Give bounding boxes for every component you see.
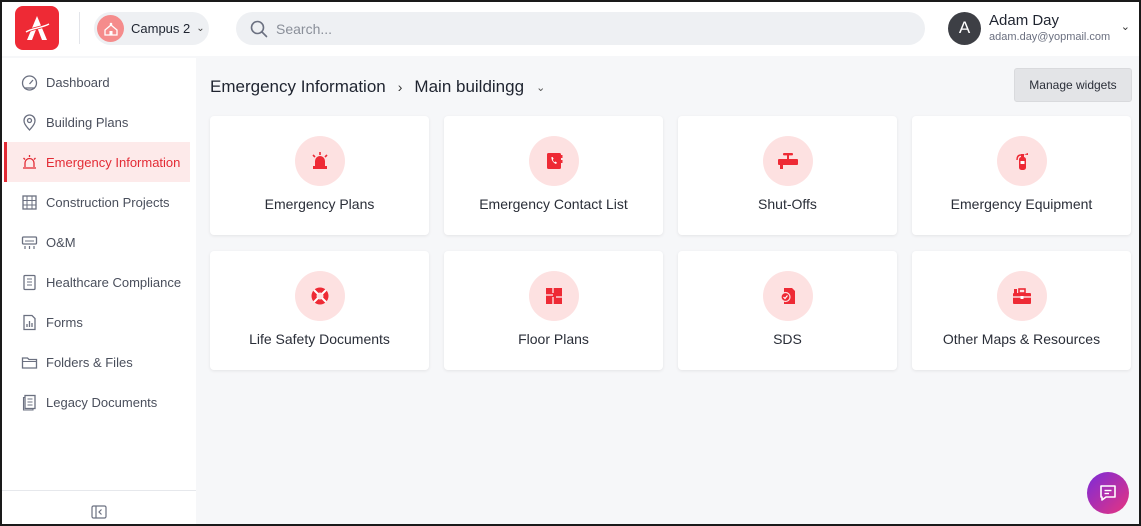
widget-label: Emergency Contact List [479, 196, 628, 212]
sidebar-item-dashboard[interactable]: Dashboard [4, 62, 190, 102]
valve-icon [763, 136, 813, 186]
chevron-down-icon: ⌄ [1120, 21, 1130, 33]
sidebar-item-label: Folders & Files [46, 354, 133, 370]
sidebar-item-label: Forms [46, 314, 83, 330]
avatar: A [948, 11, 981, 45]
campus-avatar [97, 15, 124, 42]
toolbox-icon [997, 271, 1047, 321]
widget-card-shut-offs[interactable]: Shut-Offs [678, 116, 897, 235]
widget-label: Floor Plans [518, 331, 589, 347]
sidebar-item-forms[interactable]: Forms [4, 302, 190, 342]
user-email: adam.day@yopmail.com [989, 31, 1111, 43]
campus-selector[interactable]: Campus 2 ⌄ [94, 12, 209, 45]
user-info: Adam Day adam.day@yopmail.com [989, 12, 1110, 44]
floor-plan-icon [529, 271, 579, 321]
logo-a-icon [25, 16, 50, 40]
sidebar-item-building-plans[interactable]: Building Plans [4, 102, 190, 142]
divider [2, 490, 196, 491]
sidebar-item-label: Dashboard [46, 74, 110, 90]
sidebar-item-label: Emergency Information [46, 154, 181, 170]
search-bar[interactable] [236, 12, 925, 45]
breadcrumb: Emergency Information › Main buildingg ⌄ [210, 76, 545, 98]
divider [79, 12, 80, 44]
search-input[interactable] [276, 20, 876, 37]
campus-building-icon [103, 22, 118, 36]
search-icon [250, 20, 268, 37]
sidebar-item-label: Legacy Documents [46, 394, 158, 410]
widget-card-emergency-equipment[interactable]: Emergency Equipment [912, 116, 1131, 235]
user-menu[interactable]: A Adam Day adam.day@yopmail.com ⌄ [948, 8, 1138, 48]
widget-label: Emergency Equipment [950, 196, 1093, 212]
breadcrumb-separator-icon: › [397, 79, 403, 95]
gauge-icon [20, 73, 38, 91]
chevron-down-icon: ⌄ [196, 23, 205, 34]
breadcrumb-current: Main buildingg [414, 77, 525, 96]
siren-icon [20, 153, 38, 171]
hvac-unit-icon [20, 233, 38, 251]
manage-widgets-button[interactable]: Manage widgets [1014, 68, 1132, 102]
fire-extinguisher-icon [997, 136, 1047, 186]
main-content: Emergency Information › Main buildingg ⌄… [196, 58, 1139, 524]
widget-label: Emergency Plans [264, 196, 375, 212]
phone-book-icon [529, 136, 579, 186]
documents-icon [20, 393, 38, 411]
chat-bubble-icon [1100, 485, 1116, 501]
sidebar-item-label: Construction Projects [46, 194, 170, 210]
widget-label: Shut-Offs [758, 196, 817, 212]
sidebar-item-label: Healthcare Compliance [46, 274, 182, 290]
folder-icon [20, 353, 38, 371]
widget-card-sds[interactable]: SDS [678, 251, 897, 370]
top-bar: Campus 2 ⌄ A Adam Day adam.day@yopmail.c… [2, 2, 1139, 56]
widget-label: Other Maps & Resources [942, 331, 1101, 347]
sidebar-item-legacy-documents[interactable]: Legacy Documents [4, 382, 190, 422]
widget-card-other-maps-resources[interactable]: Other Maps & Resources [912, 251, 1131, 370]
app-window: Campus 2 ⌄ A Adam Day adam.day@yopmail.c… [0, 0, 1141, 526]
breadcrumb-root[interactable]: Emergency Information [210, 77, 386, 97]
campus-label: Campus 2 [131, 21, 191, 36]
sidebar: Dashboard Building Plans Emergency Infor… [2, 58, 196, 524]
widget-card-emergency-contact-list[interactable]: Emergency Contact List [444, 116, 663, 235]
scaffold-icon [20, 193, 38, 211]
sidebar-item-construction-projects[interactable]: Construction Projects [4, 182, 190, 222]
collapse-sidebar-icon [91, 505, 107, 519]
building-dropdown-chevron-icon[interactable]: ⌄ [536, 81, 545, 94]
chat-button[interactable] [1087, 472, 1129, 514]
sidebar-item-label: Building Plans [46, 114, 129, 130]
app-logo[interactable] [15, 6, 59, 50]
sidebar-item-label: O&M [46, 234, 76, 250]
safety-sheet-icon [763, 271, 813, 321]
lifebuoy-icon [295, 271, 345, 321]
sidebar-item-o-and-m[interactable]: O&M [4, 222, 190, 262]
sidebar-item-emergency-information[interactable]: Emergency Information [4, 142, 190, 182]
widget-label: Life Safety Documents [249, 331, 390, 347]
widget-card-floor-plans[interactable]: Floor Plans [444, 251, 663, 370]
siren-icon [295, 136, 345, 186]
widget-card-life-safety-documents[interactable]: Life Safety Documents [210, 251, 429, 370]
sidebar-item-folders-files[interactable]: Folders & Files [4, 342, 190, 382]
widget-label: SDS [773, 331, 802, 347]
user-name: Adam Day [989, 12, 1060, 29]
sidebar-item-healthcare-compliance[interactable]: Healthcare Compliance [4, 262, 190, 302]
collapse-sidebar-button[interactable] [91, 504, 107, 520]
notebook-icon [20, 273, 38, 291]
widget-card-emergency-plans[interactable]: Emergency Plans [210, 116, 429, 235]
form-chart-icon [20, 313, 38, 331]
location-pin-icon [20, 113, 38, 131]
